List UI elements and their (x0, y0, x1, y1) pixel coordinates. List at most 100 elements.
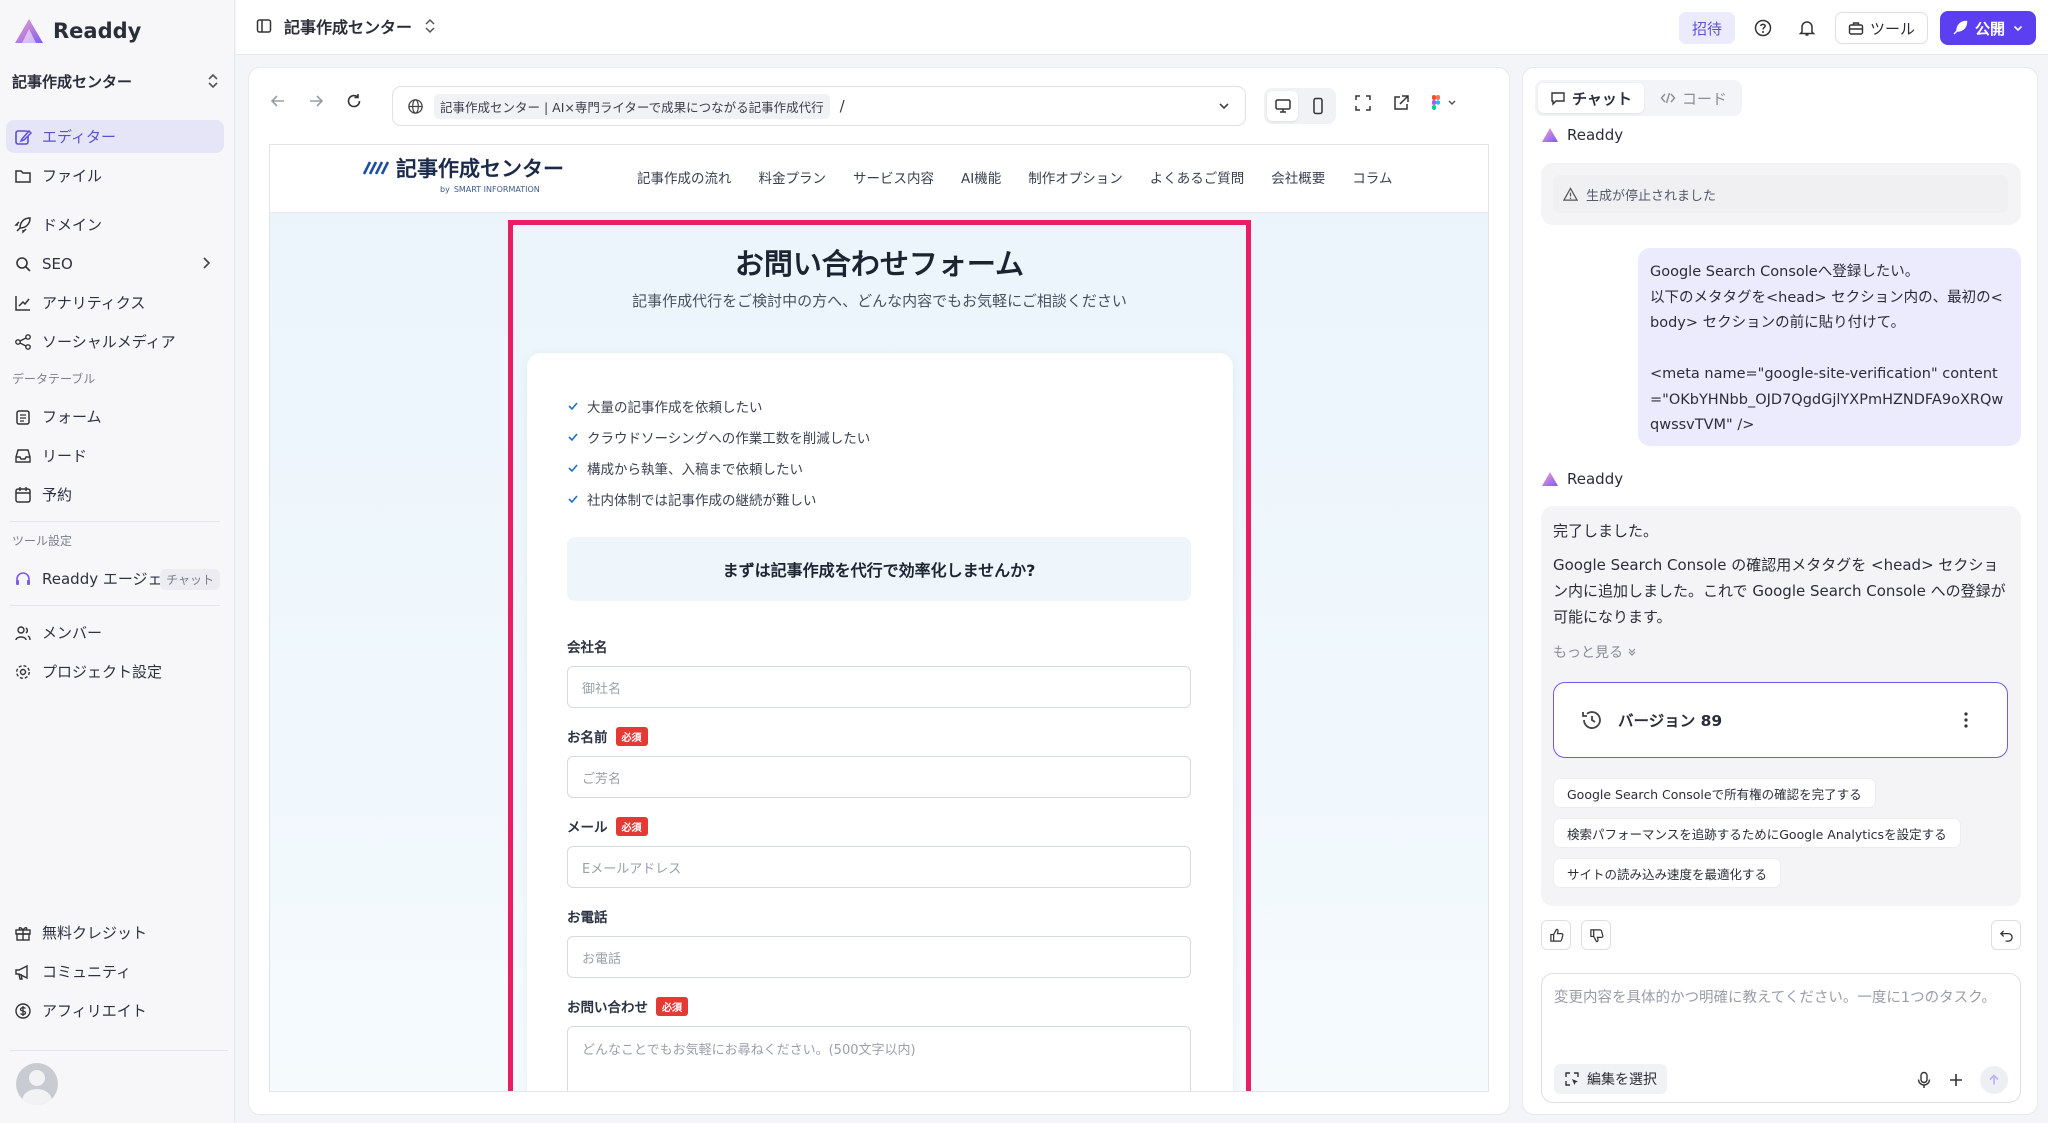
sender-name: Readdy (1567, 126, 1624, 144)
sidebar-item-members[interactable]: メンバー (6, 616, 224, 649)
check-icon (568, 494, 578, 503)
suggestion-chip[interactable]: 検索パフォーマンスを追跡するためにGoogle Analyticsを設定する (1553, 818, 1961, 848)
page-title[interactable]: 記事作成センター (256, 14, 436, 38)
check-icon (568, 463, 578, 472)
name-input[interactable]: ご芳名 (567, 756, 1191, 798)
inbox-icon (15, 448, 31, 463)
site-nav-link[interactable]: 記事作成の流れ (637, 167, 732, 187)
sidebar-item-community[interactable]: コミュニティ (6, 955, 224, 988)
email-input[interactable]: Eメールアドレス (567, 846, 1191, 888)
inquiry-textarea[interactable]: どんなことでもお気軽にお尋ねください。(500文字以内) (567, 1026, 1191, 1091)
desktop-view-button[interactable] (1267, 91, 1298, 121)
sidebar-toggle-icon[interactable] (256, 18, 272, 34)
check-text: 大量の記事作成を依頼したい (587, 399, 763, 416)
tools-label: ツール (1869, 19, 1915, 38)
sidebar-item-leads[interactable]: リード (6, 439, 224, 472)
version-card[interactable]: バージョン 89 (1553, 682, 2008, 758)
back-arrow-icon[interactable] (269, 92, 287, 110)
company-input[interactable]: 御社名 (567, 666, 1191, 708)
history-icon (1582, 711, 1601, 729)
site-nav-link[interactable]: 料金プラン (759, 167, 827, 187)
publish-button[interactable]: 公開 (1939, 11, 2036, 45)
suggestion-chip[interactable]: サイトの読み込み速度を最適化する (1553, 858, 1782, 888)
required-badge: 必須 (615, 816, 648, 836)
sidebar-item-domain[interactable]: ドメイン (6, 208, 224, 241)
show-more-link[interactable]: もっと見る (1541, 642, 2021, 662)
double-chevron-down-icon (1629, 648, 1636, 656)
field-label: お名前 必須 (567, 726, 1191, 746)
fullscreen-icon[interactable] (1354, 94, 1372, 112)
avatar[interactable] (16, 1063, 58, 1105)
plus-icon[interactable] (1948, 1072, 1964, 1088)
site-nav-link[interactable]: よくあるご質問 (1150, 167, 1245, 187)
arrow-up-icon (1989, 1074, 1999, 1085)
message-input[interactable]: 変更内容を具体的かつ明確に教えてください。一度に1つのタスク。 (1554, 986, 2004, 1011)
required-badge: 必須 (656, 996, 688, 1016)
invite-button[interactable]: 招待 (1678, 12, 1735, 44)
suggestion-chip[interactable]: Google Search Consoleで所有権の確認を完了する (1553, 778, 1876, 808)
tools-button[interactable]: ツール (1834, 12, 1928, 44)
external-link-icon[interactable] (1392, 94, 1410, 112)
inquiry-field: お問い合わせ 必須 どんなことでもお気軽にお尋ねください。(500文字以内) (567, 996, 1191, 1091)
desktop-icon (1274, 99, 1291, 113)
field-label: お電話 (567, 906, 1191, 926)
sidebar-item-affiliate[interactable]: アフィリエイト (6, 994, 224, 1027)
sidebar-nav: エディター ファイル ドメイン SEO アナリティクス ソーシャルメディア デー… (6, 120, 224, 694)
rocket-icon (14, 216, 31, 234)
form-title: お問い合わせフォーム (734, 247, 1025, 281)
sidebar-item-social[interactable]: ソーシャルメディア (6, 325, 224, 358)
help-button[interactable] (1747, 12, 1779, 44)
sidebar-item-credits[interactable]: 無料クレジット (6, 916, 224, 949)
notifications-button[interactable] (1791, 12, 1823, 44)
sidebar-item-project-settings[interactable]: プロジェクト設定 (6, 655, 224, 688)
microphone-icon[interactable] (1916, 1071, 1932, 1089)
version-label: バージョン 89 (1618, 712, 1723, 730)
undo-button[interactable] (1991, 920, 2021, 950)
figma-icon[interactable] (1430, 94, 1458, 112)
phone-input[interactable]: お電話 (567, 936, 1191, 978)
sidebar-item-label: ファイル (42, 167, 103, 185)
message-sender: Readdy (1541, 470, 1623, 488)
mobile-view-button[interactable] (1302, 91, 1333, 121)
calendar-icon (15, 486, 31, 503)
send-button[interactable] (1980, 1066, 2008, 1094)
sidebar-item-booking[interactable]: 予約 (6, 478, 224, 511)
sidebar-item-analytics[interactable]: アナリティクス (6, 286, 224, 319)
url-bar[interactable]: 記事作成センター | AI×専門ライターで成果につながる記事作成代行 / (392, 86, 1246, 126)
site-nav-link[interactable]: サービス内容 (853, 167, 934, 187)
tab-chat[interactable]: チャット (1538, 83, 1644, 113)
site-nav-link[interactable]: 会社概要 (1271, 167, 1325, 187)
ai-message-line: Google Search Console の確認用メタタグを <head> セ… (1553, 556, 2006, 626)
readdy-logo-icon (1542, 128, 1558, 142)
updown-chevron-icon (425, 18, 435, 34)
reload-icon[interactable] (345, 92, 363, 110)
sidebar-item-editor[interactable]: エディター (6, 120, 224, 153)
brand-logo[interactable]: Readdy (14, 16, 141, 46)
sidebar-item-agent[interactable]: Readdy エージェン チャット (6, 562, 224, 595)
chevron-down-icon[interactable] (1217, 99, 1231, 113)
sidebar-item-seo[interactable]: SEO (6, 247, 224, 280)
site-nav-link[interactable]: コラム (1352, 167, 1392, 187)
thumbs-up-button[interactable] (1541, 920, 1571, 950)
readdy-logo-icon (1542, 472, 1558, 486)
field-label: お問い合わせ 必須 (567, 996, 1191, 1016)
sidebar-item-forms[interactable]: フォーム (6, 400, 224, 433)
site-nav-link[interactable]: AI機能 (961, 167, 1001, 187)
forward-arrow-icon[interactable] (307, 92, 325, 110)
user-message-text: Google Search Consoleへ登録したい。 以下のメタタグを<he… (1650, 264, 2004, 433)
project-selector[interactable]: 記事作成センター (12, 68, 220, 94)
sidebar-item-label: SEO (42, 254, 73, 273)
sidebar-item-files[interactable]: ファイル (6, 159, 224, 192)
thumbs-down-icon (1589, 928, 1603, 942)
selected-element-highlight[interactable]: お問い合わせフォーム 記事作成代行をご検討中の方へ、どんな内容でもお気軽にご相談… (508, 220, 1251, 1091)
tab-code[interactable]: コード (1648, 83, 1739, 113)
site-logo-name: 記事作成センター (396, 157, 564, 181)
ai-message-line: 完了しました。 (1553, 522, 1659, 540)
chevron-right-icon (203, 257, 211, 269)
site-nav-link[interactable]: 制作オプション (1028, 167, 1123, 187)
thumbs-down-button[interactable] (1581, 920, 1611, 950)
select-edit-button[interactable]: 編集を選択 (1554, 1064, 1667, 1094)
site-logo[interactable]: 記事作成センター by SMART INFORMATION (362, 153, 564, 194)
stopped-notice: 生成が停止されました (1553, 175, 2008, 213)
more-vertical-icon[interactable] (1963, 711, 1969, 729)
